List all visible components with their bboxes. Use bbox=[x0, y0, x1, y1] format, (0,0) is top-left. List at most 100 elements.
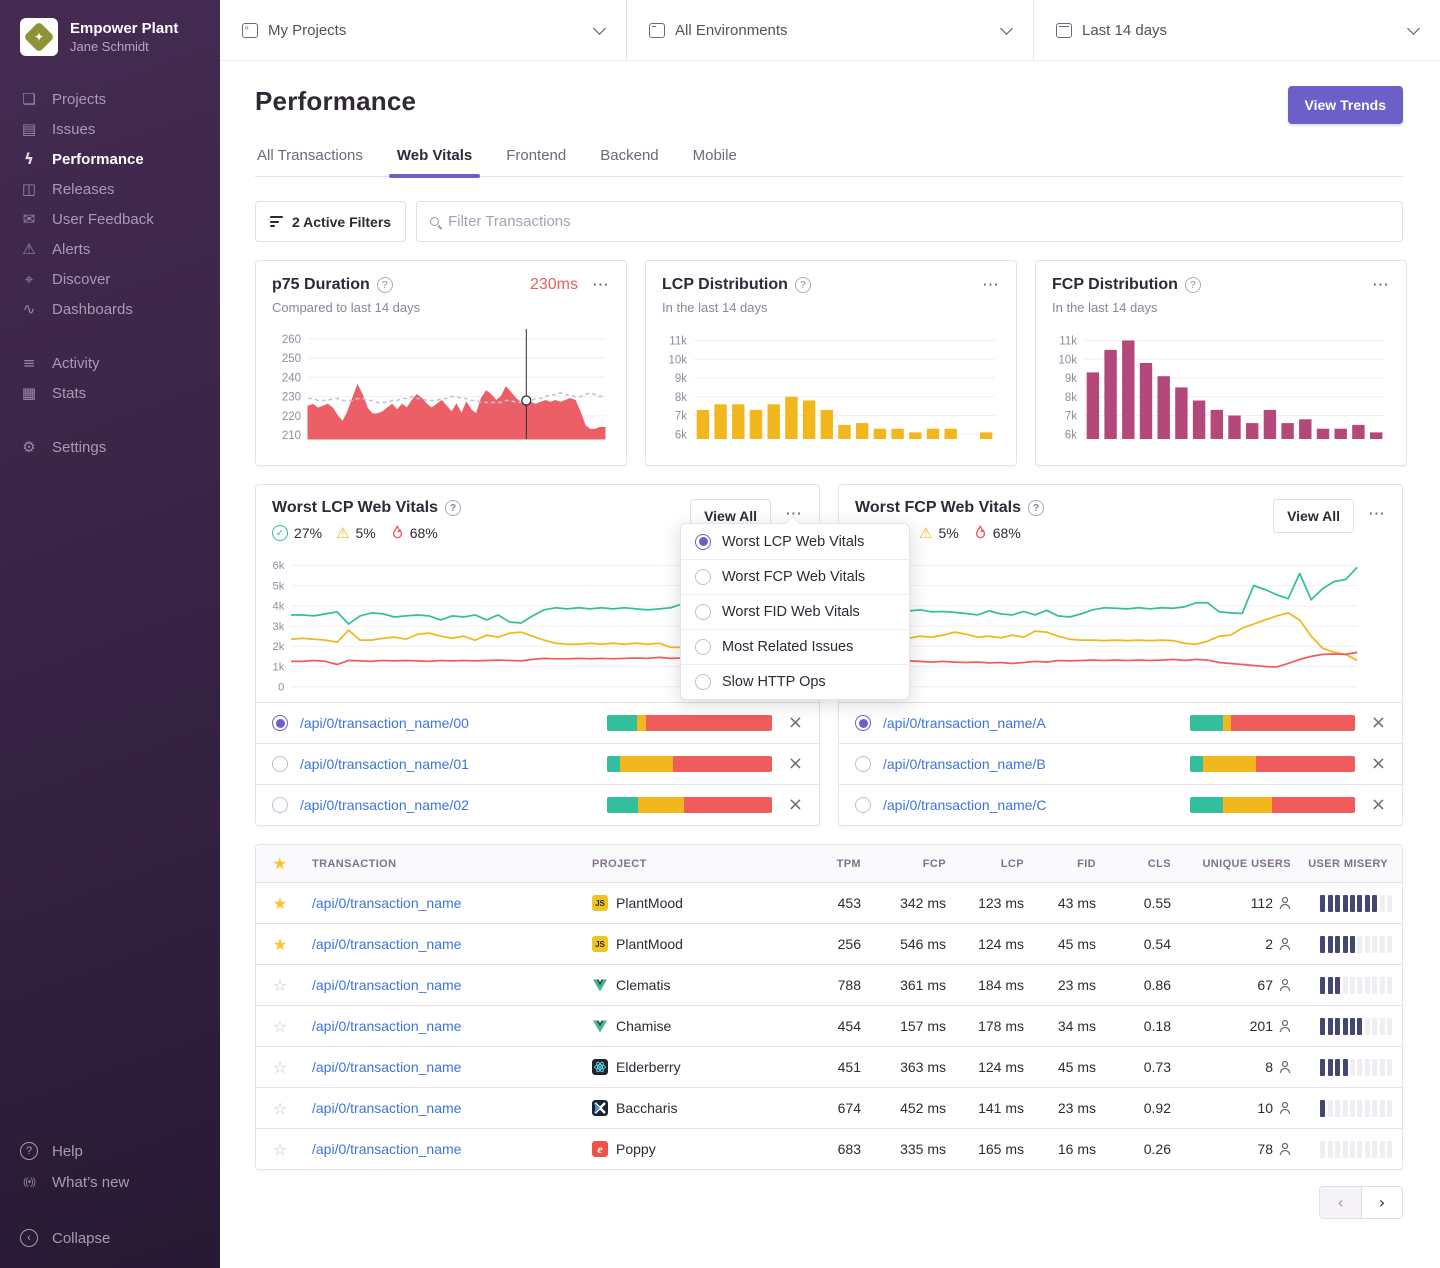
view-all-button[interactable]: View All bbox=[1273, 499, 1354, 533]
star-toggle[interactable]: ☆ bbox=[273, 1099, 287, 1118]
radio-button bbox=[695, 604, 711, 620]
col-cls[interactable]: CLS bbox=[1104, 858, 1179, 870]
close-icon[interactable]: × bbox=[1371, 714, 1386, 732]
sidebar-item-dashboards[interactable]: ∿Dashboards bbox=[0, 294, 220, 324]
svg-text:240: 240 bbox=[282, 372, 301, 384]
close-icon[interactable]: × bbox=[1371, 755, 1386, 773]
help-icon[interactable]: ? bbox=[377, 277, 393, 293]
menu-item-worst-fid[interactable]: Worst FID Web Vitals bbox=[681, 594, 909, 629]
col-fcp[interactable]: FCP bbox=[869, 858, 954, 870]
performance-icon: ϟ bbox=[20, 150, 38, 168]
col-fid[interactable]: FID bbox=[1032, 858, 1104, 870]
transaction-link[interactable]: /api/0/transaction_name/00 bbox=[300, 715, 595, 731]
help-icon[interactable]: ? bbox=[795, 277, 811, 293]
col-unique-users[interactable]: Unique Users bbox=[1179, 858, 1299, 870]
transaction-link[interactable]: /api/0/transaction_name/02 bbox=[300, 797, 595, 813]
sidebar-item-stats[interactable]: ▦Stats bbox=[0, 378, 220, 408]
menu-item-worst-lcp[interactable]: Worst LCP Web Vitals bbox=[681, 524, 909, 559]
close-icon[interactable]: × bbox=[1371, 796, 1386, 814]
tab-backend[interactable]: Backend bbox=[598, 147, 660, 176]
help-icon[interactable]: ? bbox=[445, 500, 461, 516]
transaction-search bbox=[416, 201, 1403, 242]
sidebar-item-alerts[interactable]: ⚠Alerts bbox=[0, 234, 220, 264]
worst-fcp-card: Worst FCP Web Vitals ? ✓27% ⚠5% 68% View… bbox=[838, 484, 1403, 826]
next-page-button[interactable]: › bbox=[1361, 1187, 1402, 1218]
tab-mobile[interactable]: Mobile bbox=[691, 147, 739, 176]
star-column-header-icon[interactable]: ★ bbox=[273, 854, 288, 873]
view-trends-button[interactable]: View Trends bbox=[1288, 86, 1403, 124]
star-toggle[interactable]: ☆ bbox=[273, 976, 287, 995]
sidebar-item-projects[interactable]: ❏Projects bbox=[0, 84, 220, 114]
radio-button[interactable] bbox=[272, 797, 288, 813]
star-toggle[interactable]: ☆ bbox=[273, 1140, 287, 1159]
vital-transaction-row: /api/0/transaction_name/C × bbox=[839, 784, 1402, 825]
transaction-link[interactable]: /api/0/transaction_name/A bbox=[883, 715, 1178, 731]
transaction-link[interactable]: /api/0/transaction_name bbox=[312, 1059, 461, 1075]
tab-frontend[interactable]: Frontend bbox=[504, 147, 568, 176]
col-user-misery[interactable]: User Misery bbox=[1299, 858, 1402, 870]
transaction-link[interactable]: /api/0/transaction_name bbox=[312, 1100, 461, 1116]
tab-all-transactions[interactable]: All Transactions bbox=[255, 147, 365, 176]
col-project[interactable]: Project bbox=[584, 858, 809, 870]
transaction-link[interactable]: /api/0/transaction_name/C bbox=[883, 797, 1178, 813]
table-row: ☆/api/0/transaction_nameePoppy683335 ms1… bbox=[256, 1128, 1402, 1169]
col-tpm[interactable]: TPM bbox=[809, 858, 869, 870]
vital-breakdown-bar bbox=[607, 715, 772, 731]
sidebar-item-label: Alerts bbox=[52, 241, 90, 258]
radio-button[interactable] bbox=[272, 715, 288, 731]
radio-button[interactable] bbox=[855, 715, 871, 731]
transaction-link[interactable]: /api/0/transaction_name/01 bbox=[300, 756, 595, 772]
radio-button[interactable] bbox=[272, 756, 288, 772]
star-toggle[interactable]: ★ bbox=[273, 935, 287, 954]
sidebar-item-help[interactable]: ?Help bbox=[0, 1135, 220, 1167]
sidebar-item-whats-new[interactable]: ((•))What’s new bbox=[0, 1167, 220, 1198]
date-range-selector[interactable]: Last 14 days bbox=[1034, 0, 1440, 60]
card-menu-icon[interactable]: ⋯ bbox=[982, 280, 1000, 290]
menu-item-worst-fcp[interactable]: Worst FCP Web Vitals bbox=[681, 559, 909, 594]
transaction-link[interactable]: /api/0/transaction_name/B bbox=[883, 756, 1178, 772]
radio-button[interactable] bbox=[855, 756, 871, 772]
environment-selector[interactable]: All Environments bbox=[627, 0, 1034, 60]
projects-icon: ❏ bbox=[20, 90, 38, 108]
search-input[interactable] bbox=[448, 213, 1389, 230]
card-menu-icon[interactable]: ⋯ bbox=[1368, 509, 1386, 519]
menu-item-most-related-issues[interactable]: Most Related Issues bbox=[681, 629, 909, 664]
menu-item-slow-http-ops[interactable]: Slow HTTP Ops bbox=[681, 664, 909, 699]
transaction-link[interactable]: /api/0/transaction_name bbox=[312, 895, 461, 911]
star-toggle[interactable]: ☆ bbox=[273, 1058, 287, 1077]
help-icon[interactable]: ? bbox=[1185, 277, 1201, 293]
transaction-link[interactable]: /api/0/transaction_name bbox=[312, 977, 461, 993]
col-transaction[interactable]: Transaction bbox=[304, 858, 584, 870]
help-icon[interactable]: ? bbox=[1028, 500, 1044, 516]
tab-web-vitals[interactable]: Web Vitals bbox=[395, 147, 474, 176]
radio-button[interactable] bbox=[855, 797, 871, 813]
p75-value: 230ms bbox=[530, 276, 578, 294]
sidebar-item-issues[interactable]: ▤Issues bbox=[0, 114, 220, 144]
sidebar-item-releases[interactable]: ◫Releases bbox=[0, 174, 220, 204]
org-switcher[interactable]: ✦ Empower Plant Jane Schmidt bbox=[0, 14, 220, 74]
previous-page-button[interactable]: ‹ bbox=[1320, 1187, 1361, 1218]
close-icon[interactable]: × bbox=[788, 714, 803, 732]
sidebar-item-user-feedback[interactable]: ✉User Feedback bbox=[0, 204, 220, 234]
close-icon[interactable]: × bbox=[788, 755, 803, 773]
table-row: ☆/api/0/transaction_nameChamise454157 ms… bbox=[256, 1005, 1402, 1046]
sidebar-item-activity[interactable]: ≡Activity bbox=[0, 348, 220, 378]
col-lcp[interactable]: LCP bbox=[954, 858, 1032, 870]
project-selector[interactable]: My Projects bbox=[220, 0, 627, 60]
close-icon[interactable]: × bbox=[788, 796, 803, 814]
sidebar-item-performance[interactable]: ϟPerformance bbox=[0, 144, 220, 174]
star-toggle[interactable]: ☆ bbox=[273, 1017, 287, 1036]
sidebar-item-collapse[interactable]: ‹Collapse bbox=[0, 1222, 220, 1254]
meh-stat: ⚠5% bbox=[336, 525, 376, 541]
fcp-distribution-card: FCP Distribution ? ⋯ In the last 14 days… bbox=[1035, 260, 1407, 466]
transaction-link[interactable]: /api/0/transaction_name bbox=[312, 1141, 461, 1157]
card-menu-icon[interactable]: ⋯ bbox=[592, 280, 610, 290]
active-filters-button[interactable]: 2 Active Filters bbox=[255, 201, 406, 242]
sidebar-item-settings[interactable]: ⚙Settings bbox=[0, 432, 220, 462]
sidebar-item-discover[interactable]: ⌖Discover bbox=[0, 264, 220, 294]
transaction-link[interactable]: /api/0/transaction_name bbox=[312, 936, 461, 952]
star-toggle[interactable]: ★ bbox=[273, 894, 287, 913]
sidebar-item-label: Releases bbox=[52, 181, 115, 198]
transaction-link[interactable]: /api/0/transaction_name bbox=[312, 1018, 461, 1034]
card-menu-icon[interactable]: ⋯ bbox=[1372, 280, 1390, 290]
